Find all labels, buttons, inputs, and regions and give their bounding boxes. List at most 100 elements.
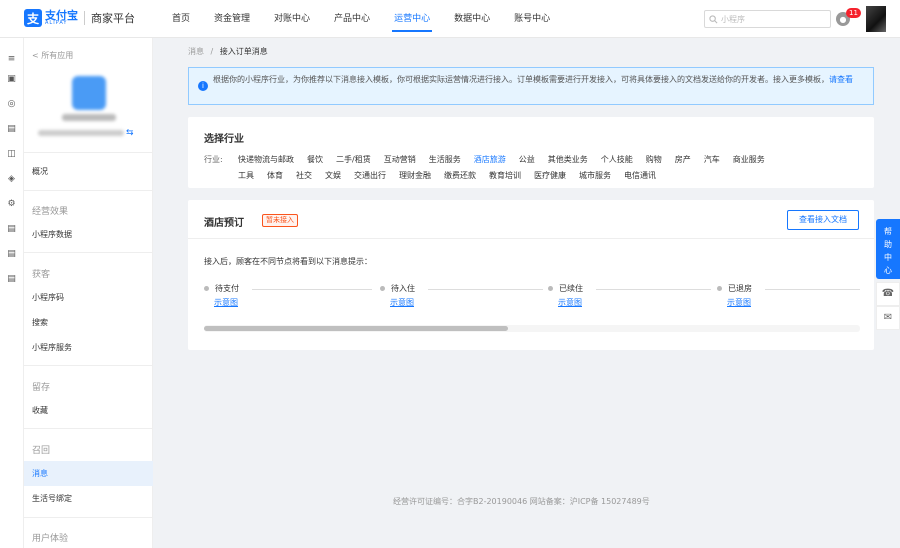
sidebar-group-effect: 经营效果 [32,207,69,217]
sidebar-item-overview[interactable]: 概况 [24,159,153,184]
industry-option[interactable]: 城市服务 [579,170,611,181]
app-id-blurred [38,130,124,136]
industry-option[interactable]: 房产 [675,154,691,165]
industry-option[interactable]: 个人技能 [601,154,633,165]
industry-option[interactable]: 理财金融 [399,170,431,181]
user-avatar[interactable] [866,6,886,32]
industry-option[interactable]: 互动营销 [384,154,416,165]
footer-license: 经营许可证编号：合字B2-20190046 网站备案：沪ICP备 1502748… [393,497,650,506]
step-checked-out: 已退房 示意图 [717,283,860,307]
industry-row-1: 快递物流与邮政 餐饮 二手/租赁 互动营销 生活服务 酒店旅游 公益 其他类业务… [238,154,778,165]
industry-option[interactable]: 其他类业务 [548,154,588,165]
app-name-blurred [62,114,116,121]
industry-option[interactable]: 汽车 [704,154,720,165]
step-label: 已退房 [728,284,752,293]
nav-account[interactable]: 账号中心 [514,0,550,38]
industry-option[interactable]: 生活服务 [429,154,461,165]
info-icon: i [198,81,208,91]
step-diagram-link[interactable]: 示意图 [390,297,414,308]
nav-funds[interactable]: 资金管理 [214,0,250,38]
icon-bar: ≡ ▣ ◎ ▤ ◫ ◈ ⚙ ▤ ▤ ▤ [0,38,24,548]
industry-title: 选择行业 [204,134,244,145]
industry-option[interactable]: 工具 [238,170,254,181]
industry-option[interactable]: 公益 [519,154,535,165]
step-pending-payment: 待支付 示意图 [204,283,372,307]
industry-option[interactable]: 缴费还款 [444,170,476,181]
list-icon[interactable]: ▤ [6,249,17,260]
notice-link[interactable]: 请查看 [829,75,853,84]
industry-option[interactable]: 餐饮 [307,154,323,165]
breadcrumb: 消息 / 接入订单消息 [188,46,268,57]
industry-option[interactable]: 二手/租赁 [336,154,371,165]
industry-option[interactable]: 交通出行 [354,170,386,181]
target-icon[interactable]: ◎ [6,99,17,110]
headset-icon[interactable]: ☎ [876,282,900,306]
sidebar-item-app-service[interactable]: 小程序服务 [24,335,153,360]
top-bar: 支 支付宝 ALIPAY 商家平台 首页 资金管理 对账中心 产品中心 运营中心… [0,0,900,38]
info-notice: i 根据你的小程序行业，为你推荐以下消息接入模板，你可根据实际运营情况进行接入。… [188,67,874,105]
industry-option[interactable]: 文娱 [325,170,341,181]
industry-option[interactable]: 医疗健康 [534,170,566,181]
document-icon[interactable]: ▤ [6,124,17,135]
scrollbar-thumb[interactable] [204,326,508,331]
breadcrumb-parent[interactable]: 消息 [188,47,204,56]
sidebar-group-recall: 召回 [32,446,51,456]
step-diagram-link[interactable]: 示意图 [727,297,751,308]
step-diagram-link[interactable]: 示意图 [214,297,238,308]
sidebar-group-retain: 留存 [32,383,51,393]
step-diagram-link[interactable]: 示意图 [558,297,582,308]
notice-text: 根据你的小程序行业，为你推荐以下消息接入模板，你可根据实际运营情况进行接入。订单… [213,75,829,84]
box-icon[interactable]: ◈ [6,174,17,185]
industry-option[interactable]: 电信通讯 [624,170,656,181]
alipay-logo[interactable]: 支 支付宝 ALIPAY 商家平台 [24,9,135,27]
help-center-button[interactable]: 帮 助 中 心 [876,219,900,279]
horizontal-scrollbar[interactable] [204,325,860,332]
search-input[interactable] [721,14,821,24]
report-icon[interactable]: ▤ [6,274,17,285]
app-logo [72,76,106,110]
industry-option[interactable]: 教育培训 [489,170,521,181]
sidebar-item-messages[interactable]: 消息 [24,461,153,486]
dashboard-icon[interactable]: ▣ [6,74,17,85]
sidebar-item-search[interactable]: 搜索 [24,310,153,335]
industry-option[interactable]: 商业服务 [733,154,765,165]
back-to-apps-link[interactable]: < 所有应用 [32,50,73,61]
industry-card: 选择行业 行业: 快递物流与邮政 餐饮 二手/租赁 互动营销 生活服务 酒店旅游… [188,117,874,188]
hotel-card-title: 酒店预订 [204,218,244,229]
sidebar: < 所有应用 ⇆ 概况 经营效果 小程序数据 获客 小程序码 搜索 小程序服务 … [24,38,153,548]
shop-icon[interactable]: ◫ [6,149,17,160]
step-extended-stay: 已续住 示意图 [548,283,711,307]
step-label: 待入住 [391,284,415,293]
nav-data[interactable]: 数据中心 [454,0,490,38]
breadcrumb-separator: / [210,47,214,56]
main-nav: 首页 资金管理 对账中心 产品中心 运营中心 数据中心 账号中心 [160,0,562,38]
industry-label: 行业: [204,155,223,164]
sidebar-item-life-account[interactable]: 生活号绑定 [24,486,153,511]
hotel-booking-card: 酒店预订 暂未接入 查看接入文档 接入后，顾客在不同节点将看到以下消息提示： 待… [188,200,874,350]
wallet-icon[interactable]: ▤ [6,224,17,235]
sidebar-item-app-data[interactable]: 小程序数据 [24,222,153,247]
nav-operations[interactable]: 运营中心 [392,0,433,38]
nav-products[interactable]: 产品中心 [334,0,370,38]
nav-reconcile[interactable]: 对账中心 [274,0,310,38]
search-box[interactable] [704,10,831,28]
industry-row-2: 工具 体育 社交 文娱 交通出行 理财金融 缴费还款 教育培训 医疗健康 城市服… [238,170,669,181]
industry-option[interactable]: 体育 [267,170,283,181]
industry-option-selected[interactable]: 酒店旅游 [474,154,506,165]
industry-option[interactable]: 社交 [296,170,312,181]
nav-home[interactable]: 首页 [172,0,190,38]
sidebar-item-app-code[interactable]: 小程序码 [24,285,153,310]
switch-app-icon[interactable]: ⇆ [126,128,134,138]
hotel-description: 接入后，顾客在不同节点将看到以下消息提示： [204,257,372,266]
view-docs-button[interactable]: 查看接入文档 [787,210,859,230]
gear-icon[interactable]: ⚙ [6,199,17,210]
sidebar-item-favorites[interactable]: 收藏 [24,398,153,423]
sidebar-group-ux: 用户体验 [32,534,69,544]
menu-icon[interactable]: ≡ [6,54,17,65]
feedback-icon[interactable]: ✉ [876,306,900,330]
search-icon [709,14,718,23]
industry-option[interactable]: 购物 [646,154,662,165]
industry-option[interactable]: 快递物流与邮政 [238,154,294,165]
step-label: 已续住 [559,284,583,293]
alipay-logo-icon: 支 [24,9,42,27]
